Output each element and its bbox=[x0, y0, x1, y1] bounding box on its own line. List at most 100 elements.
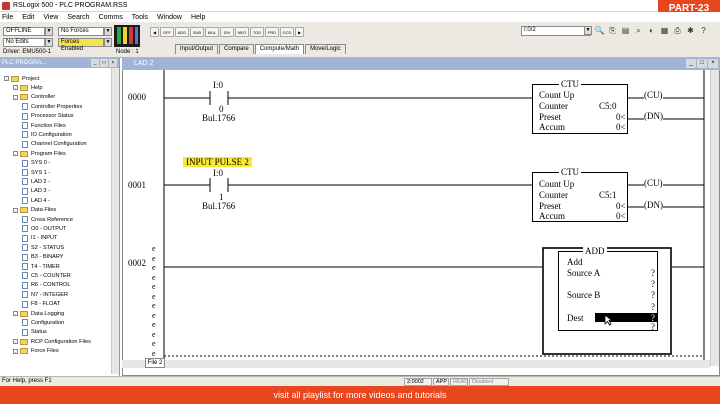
expand-toggle-icon[interactable]: - bbox=[13, 207, 18, 213]
maximize-icon[interactable]: □ bbox=[100, 59, 108, 67]
report-icon[interactable]: ▤ bbox=[620, 25, 631, 36]
instr-frd-button[interactable]: FRD bbox=[265, 27, 279, 37]
accum-value[interactable]: 0< bbox=[616, 211, 626, 221]
ctu-block[interactable]: CTU Count Up Counter C5:1 Preset 0< Accu… bbox=[532, 167, 628, 222]
close-icon[interactable]: × bbox=[109, 59, 117, 67]
rung-comment[interactable]: INPUT PULSE 2 bbox=[183, 157, 252, 167]
forces-enabled-status[interactable]: Forces Enabled bbox=[58, 38, 104, 52]
coil-cu[interactable]: (CU) bbox=[644, 178, 663, 188]
tree-item[interactable]: - Help bbox=[13, 83, 43, 92]
coil-dn[interactable]: (DN) bbox=[644, 111, 663, 121]
menu-edit[interactable]: Edit bbox=[22, 14, 34, 21]
copy-icon[interactable]: ⎘ bbox=[607, 25, 618, 36]
find-icon[interactable]: 🔍 bbox=[594, 25, 605, 36]
preset-value[interactable]: 0< bbox=[616, 201, 626, 211]
settings-icon[interactable]: ✱ bbox=[685, 25, 696, 36]
tree-item[interactable]: LAD 3 - bbox=[22, 187, 50, 196]
instr-add-button[interactable]: ADD bbox=[175, 27, 189, 37]
tree-item[interactable]: Configuration bbox=[22, 318, 64, 327]
preset-value[interactable]: 0< bbox=[616, 112, 626, 122]
rung-number[interactable]: 0001 bbox=[128, 180, 146, 190]
tab-move-logic[interactable]: Move/Logic bbox=[305, 44, 346, 54]
grid-icon[interactable]: ▦ bbox=[659, 25, 670, 36]
tree-item[interactable]: T4 - TIMER bbox=[22, 262, 60, 271]
source-b-value[interactable]: ? bbox=[651, 290, 655, 300]
expand-toggle-icon[interactable]: - bbox=[13, 339, 18, 345]
tree-item[interactable]: B3 - BINARY bbox=[22, 253, 64, 262]
minimize-icon[interactable]: _ bbox=[686, 59, 696, 68]
coil-cu[interactable]: (CU) bbox=[644, 90, 663, 100]
tab-input-output[interactable]: Input/Output bbox=[175, 44, 219, 54]
toggle-icon[interactable]: ◐ bbox=[646, 25, 657, 36]
minimize-icon[interactable]: _ bbox=[91, 59, 99, 67]
rung-number[interactable]: 0002 bbox=[128, 258, 146, 268]
tree-item[interactable]: - RCP Configuration Files bbox=[13, 337, 91, 346]
chevron-down-icon[interactable]: ▼ bbox=[104, 27, 112, 36]
tree-item[interactable]: Status bbox=[22, 328, 47, 337]
tree-item[interactable]: Channel Configuration bbox=[22, 140, 87, 149]
tree-item[interactable]: F8 - FLOAT bbox=[22, 300, 60, 309]
tree-item[interactable]: Cross Reference bbox=[22, 215, 73, 224]
menu-tools[interactable]: Tools bbox=[132, 14, 148, 21]
tree-item[interactable]: - Project bbox=[4, 74, 39, 83]
ctu-block[interactable]: CTU Count Up Counter C5:0 Preset 0< Accu… bbox=[532, 79, 628, 134]
instr-gcd-button[interactable]: GCD bbox=[280, 27, 294, 37]
ladder-vertical-scrollbar[interactable] bbox=[710, 70, 719, 366]
rung-number[interactable]: 0000 bbox=[128, 92, 146, 102]
mode-select[interactable]: OFFLINE bbox=[3, 27, 45, 36]
source-a-value[interactable]: ? bbox=[651, 268, 655, 278]
tab-compute-math[interactable]: Compute/Math bbox=[254, 44, 305, 54]
instr-div-button[interactable]: DIV bbox=[220, 27, 234, 37]
expand-toggle-icon[interactable]: - bbox=[4, 76, 9, 81]
menu-search[interactable]: Search bbox=[67, 14, 89, 21]
edits-status[interactable]: No Edits bbox=[3, 38, 45, 47]
menu-window[interactable]: Window bbox=[157, 14, 182, 21]
tree-item[interactable]: N7 - INTEGER bbox=[22, 290, 68, 299]
accum-value[interactable]: 0< bbox=[616, 122, 626, 132]
tree-item[interactable]: - Data Logging bbox=[13, 309, 64, 318]
instr-neg-button[interactable]: NEG bbox=[235, 27, 249, 37]
close-icon[interactable]: × bbox=[708, 59, 718, 68]
expand-toggle-icon[interactable]: - bbox=[13, 85, 18, 91]
chevron-down-icon[interactable]: ▼ bbox=[104, 38, 112, 47]
coil-dn[interactable]: (DN) bbox=[644, 200, 663, 210]
chevron-down-icon[interactable]: ▼ bbox=[45, 38, 53, 47]
address-field[interactable]: I:0/2 bbox=[521, 26, 591, 36]
expand-toggle-icon[interactable]: - bbox=[13, 348, 18, 354]
instr-tod-button[interactable]: TOD bbox=[250, 27, 264, 37]
tree-item[interactable]: SYS 0 - bbox=[22, 159, 50, 168]
instr-mul-button[interactable]: MUL bbox=[205, 27, 219, 37]
arrow-right-icon[interactable]: ▶ bbox=[295, 27, 304, 37]
counter-value[interactable]: C5:0 bbox=[599, 101, 617, 111]
instr-off-button[interactable]: OFF bbox=[160, 27, 174, 37]
ladder-horizontal-scrollbar[interactable] bbox=[122, 360, 710, 368]
arrow-left-icon[interactable]: ◀ bbox=[150, 27, 159, 37]
tree-item[interactable]: C5 - COUNTER bbox=[22, 271, 71, 280]
menu-file[interactable]: File bbox=[2, 14, 13, 21]
find-replace-icon[interactable]: ⌕ bbox=[633, 25, 644, 36]
expand-toggle-icon[interactable]: - bbox=[13, 94, 18, 100]
tree-item[interactable]: - Data Files bbox=[13, 206, 56, 215]
menu-view[interactable]: View bbox=[43, 14, 58, 21]
tree-item[interactable]: SYS 1 - bbox=[22, 168, 50, 177]
tree-item[interactable]: I1 - INPUT bbox=[22, 234, 57, 243]
tab-compare[interactable]: Compare bbox=[219, 44, 254, 54]
tree-item[interactable]: - Controller bbox=[13, 93, 55, 102]
tree-item[interactable]: - Program Files bbox=[13, 149, 66, 158]
menu-comms[interactable]: Comms bbox=[99, 14, 123, 21]
menu-help[interactable]: Help bbox=[191, 14, 205, 21]
tree-item[interactable]: IO Configuration bbox=[22, 130, 72, 139]
tree-item[interactable]: O0 - OUTPUT bbox=[22, 224, 66, 233]
tree-item[interactable]: Processor Status bbox=[22, 112, 74, 121]
tree-item[interactable]: - Force Files bbox=[13, 347, 59, 356]
expand-toggle-icon[interactable]: - bbox=[13, 151, 18, 157]
tree-item[interactable]: LAD 4 - bbox=[22, 196, 50, 205]
file-tab[interactable]: File 2 bbox=[145, 358, 165, 368]
print-icon[interactable]: ⎙ bbox=[672, 25, 683, 36]
tree-scrollbar[interactable] bbox=[111, 68, 119, 374]
instr-sub-button[interactable]: SUB bbox=[190, 27, 204, 37]
expand-toggle-icon[interactable]: - bbox=[13, 311, 18, 316]
help-icon[interactable]: ? bbox=[698, 25, 709, 36]
tree-item[interactable]: R6 - CONTROL bbox=[22, 281, 70, 290]
maximize-icon[interactable]: □ bbox=[697, 59, 707, 68]
